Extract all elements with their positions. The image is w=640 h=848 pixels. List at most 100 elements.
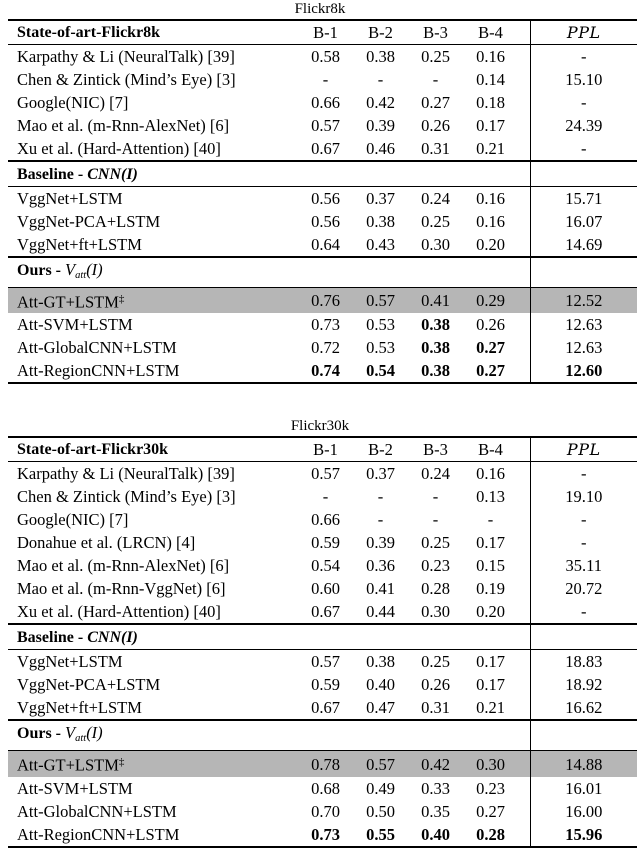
cell-b1: - [322,487,329,507]
table-row: Donahue et al. (LRCN) [4] 0.59 0.39 0.25 0.1… [8,531,637,555]
cell-b4: 0.27 [476,338,505,358]
cell-ppl: 15.71 [529,186,637,210]
cell-b2: 0.38 [366,47,395,66]
section-header-math-subscript: att [75,733,87,745]
section-header-label: Ours - Vatt(I) [8,719,298,752]
cell-b4: 0.21 [476,139,505,158]
cell-b2: 0.40 [366,675,395,695]
row-method-name: Google(NIC) [7] [8,91,298,114]
cell-b3: 0.38 [408,359,463,385]
cell-ppl: - [529,91,637,114]
cell-ppl: 16.00 [529,799,637,823]
row-gap [518,359,530,385]
cell-ppl: 18.83 [529,649,637,674]
cell-b4: 0.20 [476,602,505,622]
table-block: Flickr8k State-of-art-Flickr8k B-1 B-2 B-3 B-… [8,0,637,385]
row-gap [518,577,530,600]
cell-ppl: 16.01 [529,776,637,800]
row-method-label: VggNet+LSTM [17,189,123,208]
row-method-name: VggNet+LSTM [8,187,298,211]
table-row: Chen & Zintick (Mind’s Eye) [3] - - - 0.13 19… [8,485,637,509]
cell-b3: 0.24 [421,189,450,208]
cell-b3: 0.26 [421,116,450,135]
cell-b2: 0.43 [366,235,395,254]
section-header-row: Baseline - CNN(I) [8,623,637,651]
cell-b4: 0.17 [476,116,505,135]
row-gap [518,233,530,257]
cell-ppl: 35.11 [529,554,637,578]
column-header-b1: B-1 [298,436,353,463]
cell-b4: - [487,510,494,530]
table-row: Att-GT+LSTM‡ 0.78 0.57 0.42 0.30 14.88 [8,750,637,777]
cell-b1: 0.64 [311,235,340,254]
section-header-spacer [353,255,408,288]
cell-b1: 0.66 [311,510,340,530]
cell-b3: 0.28 [421,579,450,599]
row-gap [518,822,530,848]
cell-b2: 0.50 [366,801,395,821]
row-gap [518,531,530,554]
row-gap [518,68,530,91]
cell-ppl: 18.92 [529,673,637,697]
cell-b2: 0.39 [366,116,395,135]
table-row: Att-GlobalCNN+LSTM 0.72 0.53 0.38 0.27 12.63 [8,336,637,360]
cell-b1: 0.59 [311,675,340,695]
cell-b1: 0.67 [311,698,340,718]
cell-b1: 0.60 [311,579,340,599]
section-header-prefix: Ours - [17,262,65,279]
column-header-b1: B-1 [298,19,353,45]
cell-b3: - [432,510,439,530]
cell-ppl: 12.60 [529,359,637,385]
cell-b1: 0.57 [311,116,340,135]
row-method-label: VggNet+LSTM [17,652,123,672]
row-method-name: VggNet-PCA+LSTM [8,210,298,233]
row-gap [518,750,530,777]
row-method-name: VggNet+ft+LSTM [8,233,298,257]
cell-ppl: 16.07 [529,210,637,233]
column-header-name: State-of-art-Flickr30k [8,436,298,463]
row-method-name: Donahue et al. (LRCN) [4] [8,531,298,554]
table-row: Att-RegionCNN+LSTM 0.74 0.54 0.38 0.27 12.60 [8,359,637,385]
row-method-name: VggNet-PCA+LSTM [8,673,298,696]
row-method-name: Karpathy & Li (NeuralTalk) [39] [8,45,298,69]
cell-b3: 0.26 [421,675,450,695]
cell-b1: 0.73 [298,822,353,848]
row-method-name: Xu et al. (Hard-Attention) [40] [8,600,298,624]
column-header-b4: B-4 [463,19,518,45]
row-method-name: VggNet+ft+LSTM [8,696,298,720]
cell-b2: 0.57 [353,750,408,777]
table-row: Google(NIC) [7] 0.66 0.42 0.27 0.18 - [8,91,637,114]
cell-b4: 0.20 [476,235,505,254]
cell-b3: 0.38 [421,338,450,358]
row-gap [518,137,530,161]
row-method-name: Google(NIC) [7] [8,508,298,531]
row-gap [518,114,530,137]
table-row: VggNet+ft+LSTM 0.67 0.47 0.31 0.21 16.62 [8,696,637,721]
row-method-name: Mao et al. (m-Rnn-AlexNet) [6] [8,554,298,577]
table-header-row: State-of-art-Flickr8k B-1 B-2 B-3 B-4 PPL [8,19,637,45]
cell-b3: 0.31 [421,698,450,718]
row-method-label: Mao et al. (m-Rnn-AlexNet) [6] [17,116,230,135]
row-method-label: VggNet+ft+LSTM [17,698,142,718]
table-row: Mao et al. (m-Rnn-VggNet) [6] 0.60 0.41 0.2… [8,577,637,601]
table-caption: Flickr30k [290,418,350,435]
table-row: VggNet-PCA+LSTM 0.56 0.38 0.25 0.16 16.07 [8,210,637,233]
cell-ppl: 12.52 [529,287,637,314]
section-header-spacer [353,719,408,752]
table-row: Att-RegionCNN+LSTM 0.73 0.55 0.40 0.28 15.96 [8,822,637,848]
row-method-label: Chen & Zintick (Mind’s Eye) [3] [17,70,236,89]
cell-b1: 0.68 [311,778,340,798]
header-gap [518,19,530,45]
table-block: Flickr30k State-of-art-Flickr30k B-1 B-2 B-3… [8,417,637,848]
section-header-row: Baseline - CNN(I) [8,160,637,187]
table-row: Att-SVM+LSTM 0.73 0.53 0.38 0.26 12.63 [8,313,637,337]
cell-b4: 0.14 [476,70,505,89]
cell-b3: 0.25 [421,652,450,672]
row-gap [518,336,530,359]
section-header-math: CNN(I) [87,166,138,183]
row-method-name: Chen & Zintick (Mind’s Eye) [3] [8,485,298,508]
cell-b1: 0.70 [311,801,340,821]
cell-ppl: 20.72 [529,577,637,601]
cell-b2: 0.38 [366,212,395,231]
cell-b4: 0.26 [476,315,505,335]
